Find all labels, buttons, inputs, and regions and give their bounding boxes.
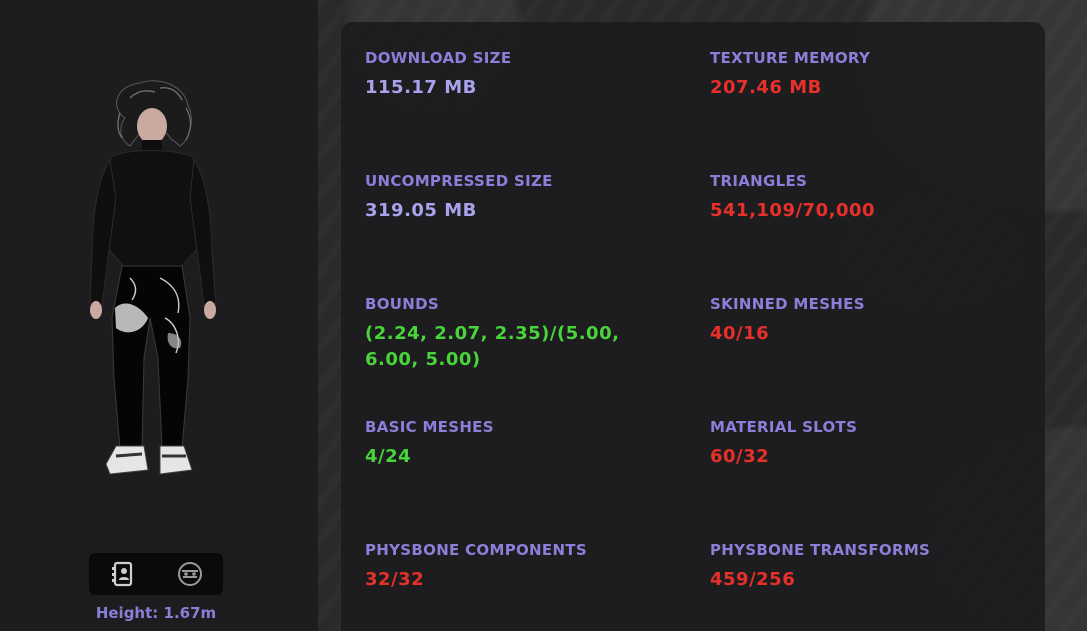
face-icon	[177, 562, 202, 586]
stat-value: 4/24	[365, 446, 412, 467]
stat-label: BASIC MESHES	[365, 418, 494, 436]
stat-bounds: BOUNDS (2.24, 2.07, 2.35)/(5.00, 6.00, 5…	[365, 295, 665, 373]
stat-label: SKINNED MESHES	[710, 295, 865, 313]
stat-triangles: TRIANGLES 541,109/70,000	[710, 172, 1010, 224]
outfit-icon	[111, 561, 132, 587]
avatar-figure-icon	[89, 80, 217, 475]
stat-label: UNCOMPRESSED SIZE	[365, 172, 553, 190]
stat-label: TRIANGLES	[710, 172, 808, 190]
avatar-preview-panel: Height: 1.67m	[0, 0, 318, 631]
stat-value: 319.05 MB	[365, 200, 477, 221]
stat-download-size: DOWNLOAD SIZE 115.17 MB	[365, 49, 665, 101]
stat-uncompressed-size: UNCOMPRESSED SIZE 319.05 MB	[365, 172, 665, 224]
stat-value: 459/256	[710, 569, 796, 590]
stat-value: 541,109/70,000	[710, 200, 876, 221]
stat-value: 32/32	[365, 569, 425, 590]
stat-value: 40/16	[710, 323, 770, 344]
stat-value: 115.17 MB	[365, 77, 477, 98]
stat-label: MATERIAL SLOTS	[710, 418, 858, 436]
stat-value: 60/32	[710, 446, 770, 467]
stat-label: BOUNDS	[365, 295, 439, 313]
stat-texture-memory: TEXTURE MEMORY 207.46 MB	[710, 49, 1010, 101]
avatar-stats-screen: Height: 1.67m DOWNLOAD SIZE 115.17 MB TE…	[0, 0, 1087, 631]
stat-label: PHYSBONE TRANSFORMS	[710, 541, 931, 559]
outfit-view-button[interactable]	[103, 557, 143, 591]
stat-skinned-meshes: SKINNED MESHES 40/16	[710, 295, 1010, 347]
stat-material-slots: MATERIAL SLOTS 60/32	[710, 418, 1010, 470]
stat-physbone-components: PHYSBONE COMPONENTS 32/32	[365, 541, 665, 593]
performance-stats-panel: DOWNLOAD SIZE 115.17 MB TEXTURE MEMORY 2…	[341, 22, 1045, 631]
stat-value: (2.24, 2.07, 2.35)/(5.00, 6.00, 5.00)	[365, 323, 620, 370]
stat-label: DOWNLOAD SIZE	[365, 49, 512, 67]
stat-value: 207.46 MB	[710, 77, 822, 98]
stat-physbone-transforms: PHYSBONE TRANSFORMS 459/256	[710, 541, 1010, 593]
view-mode-toggle	[89, 553, 223, 595]
stat-basic-meshes: BASIC MESHES 4/24	[365, 418, 665, 470]
avatar-height-label: Height: 1.67m	[95, 604, 217, 622]
stat-label: PHYSBONE COMPONENTS	[365, 541, 587, 559]
face-view-button[interactable]	[170, 557, 210, 591]
avatar-model-preview[interactable]	[70, 78, 250, 488]
stat-label: TEXTURE MEMORY	[710, 49, 871, 67]
